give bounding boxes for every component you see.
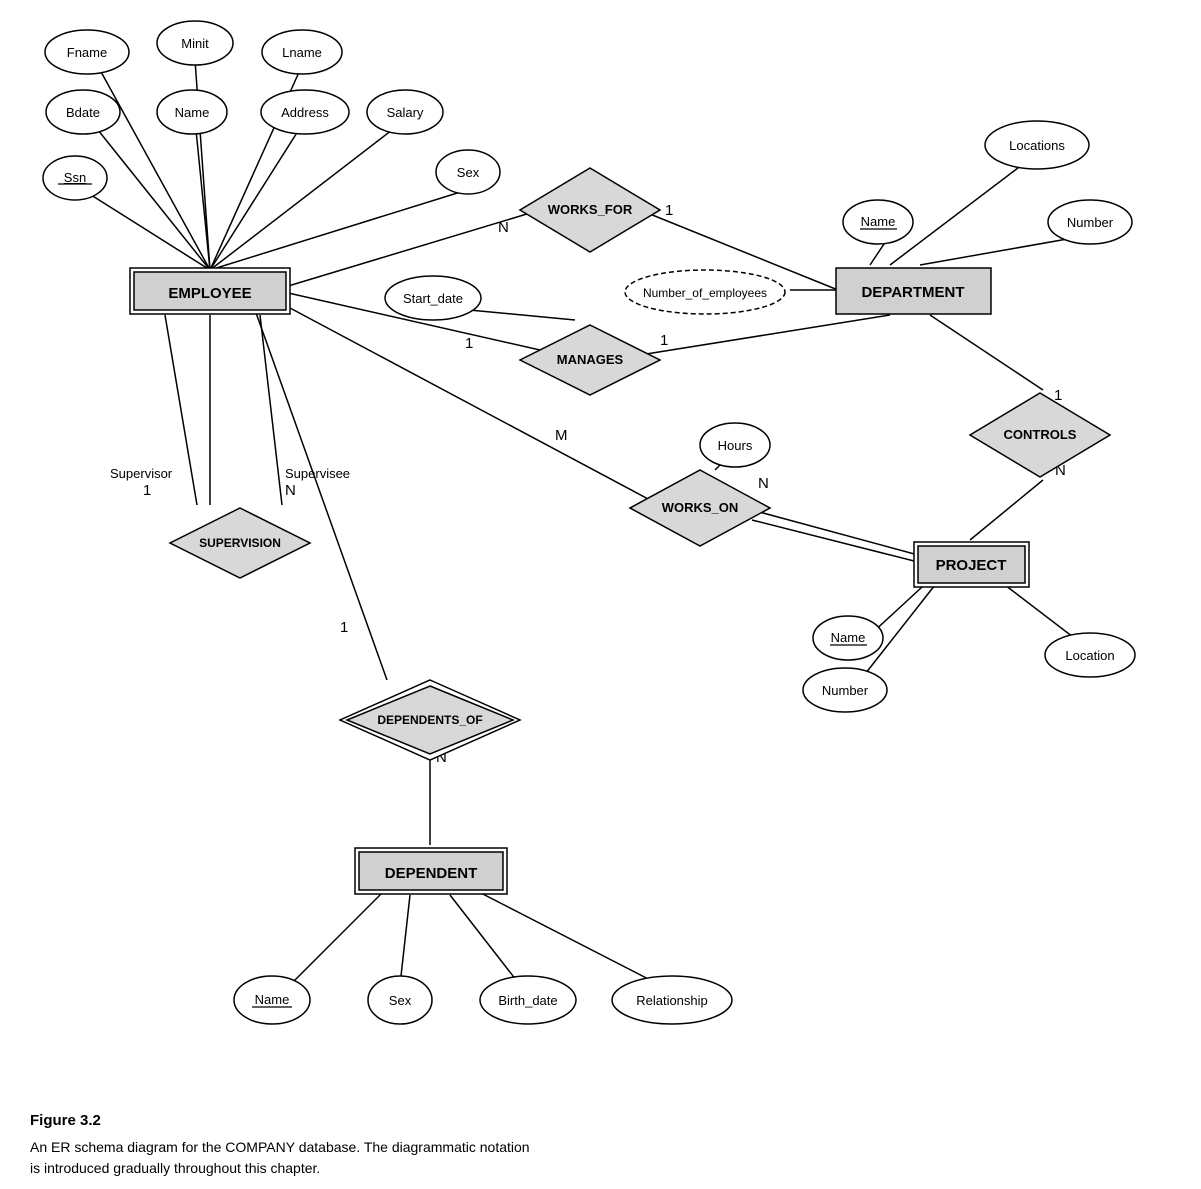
- svg-text:Location: Location: [1065, 648, 1114, 663]
- svg-text:Salary: Salary: [387, 105, 424, 120]
- svg-text:SUPERVISION: SUPERVISION: [199, 536, 281, 550]
- caption-line1: An ER schema diagram for the COMPANY dat…: [30, 1137, 1171, 1158]
- svg-text:Bdate: Bdate: [66, 105, 100, 120]
- figure-title: Figure 3.2: [30, 1110, 1171, 1133]
- svg-text:Name: Name: [831, 630, 866, 645]
- svg-text:Supervisee: Supervisee: [285, 466, 350, 481]
- svg-text:Supervisor: Supervisor: [110, 466, 173, 481]
- svg-text:Lname: Lname: [282, 45, 322, 60]
- svg-text:1: 1: [340, 619, 348, 636]
- svg-text:Address: Address: [281, 105, 329, 120]
- svg-text:WORKS_FOR: WORKS_FOR: [548, 202, 633, 217]
- svg-text:N: N: [498, 219, 509, 236]
- svg-text:Number: Number: [822, 683, 869, 698]
- svg-text:1: 1: [465, 335, 473, 352]
- svg-text:N: N: [285, 482, 296, 499]
- svg-text:WORKS_ON: WORKS_ON: [662, 500, 739, 515]
- svg-text:DEPARTMENT: DEPARTMENT: [861, 284, 964, 301]
- er-diagram: N 1 1 1 M N 1 N 1 N 1 N Supervisor Super…: [0, 0, 1201, 1100]
- svg-text:CONTROLS: CONTROLS: [1004, 427, 1077, 442]
- svg-text:Locations: Locations: [1009, 138, 1065, 153]
- figure-caption: Figure 3.2 An ER schema diagram for the …: [0, 1100, 1201, 1189]
- svg-text:Relationship: Relationship: [636, 993, 708, 1008]
- svg-text:Ssn: Ssn: [64, 170, 86, 185]
- svg-text:Minit: Minit: [181, 36, 209, 51]
- svg-text:Birth_date: Birth_date: [498, 993, 557, 1008]
- svg-text:Name: Name: [175, 105, 210, 120]
- svg-text:1: 1: [143, 482, 151, 499]
- svg-text:Fname: Fname: [67, 45, 107, 60]
- svg-text:Start_date: Start_date: [403, 291, 463, 306]
- svg-text:Name: Name: [861, 214, 896, 229]
- svg-text:DEPENDENTS_OF: DEPENDENTS_OF: [377, 713, 482, 727]
- svg-text:Number: Number: [1067, 215, 1114, 230]
- svg-text:PROJECT: PROJECT: [936, 557, 1007, 574]
- svg-text:1: 1: [665, 202, 673, 219]
- svg-text:1: 1: [660, 332, 668, 349]
- caption-line2: is introduced gradually throughout this …: [30, 1158, 1171, 1179]
- svg-text:Sex: Sex: [389, 993, 412, 1008]
- svg-text:Number_of_employees: Number_of_employees: [643, 286, 767, 300]
- svg-text:N: N: [758, 475, 769, 492]
- svg-text:EMPLOYEE: EMPLOYEE: [168, 285, 251, 302]
- svg-text:DEPENDENT: DEPENDENT: [385, 865, 478, 882]
- svg-text:Hours: Hours: [718, 438, 753, 453]
- svg-text:Name: Name: [255, 992, 290, 1007]
- svg-text:MANAGES: MANAGES: [557, 352, 624, 367]
- svg-text:M: M: [555, 427, 568, 444]
- svg-text:Sex: Sex: [457, 165, 480, 180]
